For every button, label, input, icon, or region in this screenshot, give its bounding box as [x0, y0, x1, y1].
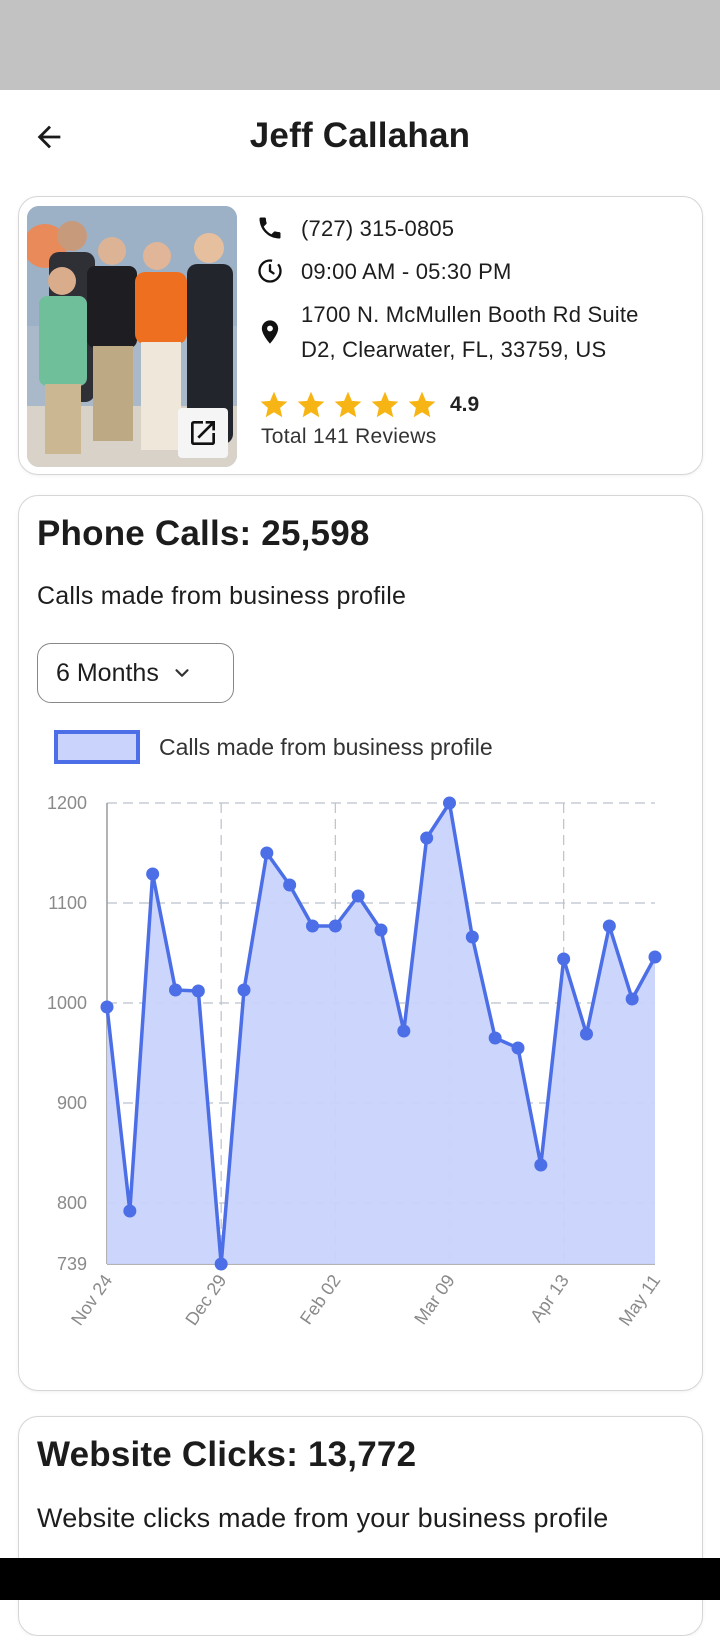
data-point — [420, 831, 434, 845]
phone-row[interactable]: (727) 315-0805 — [255, 211, 454, 246]
star-icon — [408, 391, 436, 418]
address-line-1: 1700 N. McMullen Booth Rd Suite — [301, 302, 639, 327]
data-point — [465, 930, 479, 944]
open-external-button[interactable] — [178, 408, 228, 458]
business-profile-card: (727) 315-0805 09:00 AM - 05:30 PM 1700 … — [18, 196, 703, 475]
phone-calls-card: Phone Calls: 25,598 Calls made from busi… — [18, 495, 703, 1391]
data-point — [351, 889, 365, 903]
star-icon — [260, 391, 288, 418]
star-icon — [334, 391, 362, 418]
data-point — [625, 992, 639, 1006]
data-point — [374, 923, 388, 937]
data-point — [580, 1027, 593, 1041]
data-point — [648, 950, 662, 964]
business-address: 1700 N. McMullen Booth Rd Suite D2, Clea… — [301, 297, 639, 367]
website-clicks-subtitle: Website clicks made from your business p… — [37, 1503, 609, 1533]
x-tick-label: Feb 02 — [296, 1271, 345, 1328]
data-point — [146, 867, 160, 881]
business-hours: 09:00 AM - 05:30 PM — [301, 259, 512, 284]
x-tick-label: May 11 — [615, 1271, 664, 1330]
data-point — [191, 984, 205, 998]
data-point — [100, 1000, 114, 1014]
business-photo — [27, 206, 237, 467]
data-point — [306, 919, 319, 933]
phone-calls-chart: 739 800 900 1000 1100 1200 Nov 24 Dec 29 Feb 02… — [47, 730, 664, 1330]
y-tick-label: 739 — [57, 1254, 87, 1274]
y-tick-label: 1200 — [47, 793, 87, 813]
data-point — [169, 983, 182, 997]
page-title: Jeff Callahan — [249, 116, 471, 155]
data-point — [443, 796, 456, 810]
legend-swatch — [54, 730, 140, 764]
y-tick-label: 800 — [57, 1193, 87, 1213]
phone-icon — [259, 217, 281, 239]
x-tick-label: Dec 29 — [181, 1271, 230, 1329]
status-bar — [0, 0, 720, 90]
data-point — [511, 1041, 525, 1055]
website-clicks-title: Website Clicks: 13,772 — [37, 1435, 417, 1474]
data-point — [237, 983, 251, 997]
data-point — [214, 1257, 228, 1271]
phone-number: (727) 315-0805 — [301, 216, 455, 241]
x-tick-label: Mar 09 — [410, 1271, 459, 1328]
x-tick-label: Nov 24 — [67, 1271, 116, 1329]
rating-row: 4.9 — [257, 389, 479, 421]
data-point — [260, 846, 274, 860]
data-point — [123, 1204, 137, 1218]
x-tick-label: Apr 13 — [526, 1271, 573, 1326]
address-row[interactable]: 1700 N. McMullen Booth Rd Suite D2, Clea… — [255, 297, 639, 367]
open-external-icon — [191, 421, 215, 445]
y-tick-label: 900 — [57, 1093, 87, 1113]
clock-icon — [258, 259, 282, 283]
data-point — [557, 952, 571, 966]
series-area — [107, 803, 655, 1264]
system-navigation-bar — [0, 1558, 720, 1600]
legend-label: Calls made from business profile — [159, 734, 493, 760]
data-point — [602, 919, 616, 933]
data-point — [534, 1158, 548, 1172]
data-point — [283, 878, 297, 892]
address-line-2: D2, Clearwater, FL, 33759, US — [301, 337, 607, 362]
star-icon — [371, 391, 399, 418]
rating-value: 4.9 — [450, 393, 480, 416]
review-count: Total 141 Reviews — [261, 425, 437, 448]
app-header: Jeff Callahan — [0, 90, 720, 190]
hours-row: 09:00 AM - 05:30 PM — [255, 254, 511, 289]
data-point — [328, 919, 342, 933]
data-point — [488, 1031, 502, 1045]
star-icon — [297, 391, 325, 418]
website-clicks-card: Website Clicks: 13,772 Website clicks ma… — [18, 1416, 703, 1636]
y-tick-label: 1100 — [48, 893, 87, 913]
y-tick-label: 1000 — [47, 993, 87, 1013]
data-point — [397, 1024, 411, 1038]
location-pin-icon — [261, 320, 279, 344]
